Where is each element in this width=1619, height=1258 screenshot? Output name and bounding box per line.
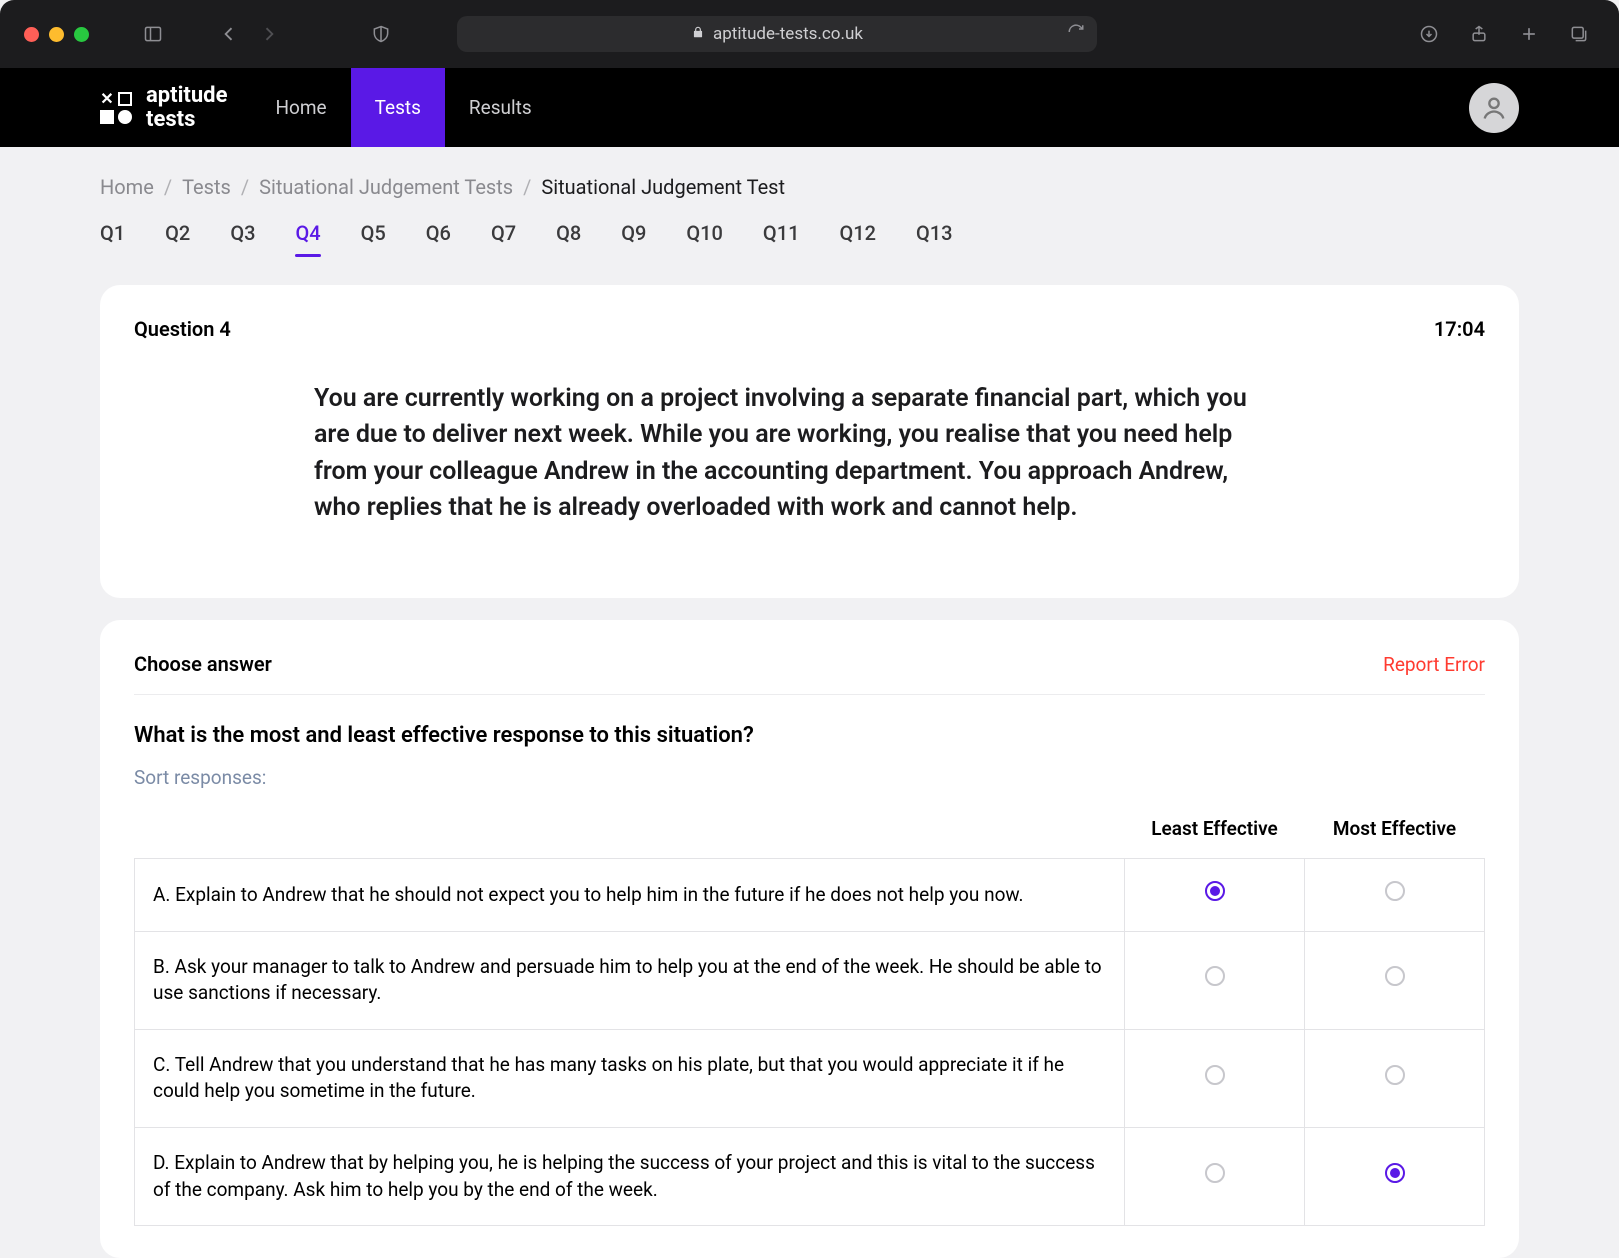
radio-least-a[interactable] — [1205, 881, 1225, 901]
question-tab-q4[interactable]: Q4 — [295, 221, 320, 255]
nav-results[interactable]: Results — [445, 68, 556, 147]
breadcrumb-item[interactable]: Tests — [182, 175, 231, 199]
question-label: Question 4 — [134, 317, 231, 341]
option-row-a: A. Explain to Andrew that he should not … — [135, 859, 1485, 932]
breadcrumb-separator: / — [164, 175, 172, 199]
brand-line1: aptitude — [146, 84, 227, 107]
answer-card: Choose answer Report Error What is the m… — [100, 620, 1519, 1258]
option-text: C. Tell Andrew that you understand that … — [135, 1029, 1125, 1127]
site-header: ✕ aptitude tests HomeTestsResults — [0, 68, 1619, 147]
question-tab-q12[interactable]: Q12 — [839, 221, 876, 255]
question-prompt: You are currently working on a project i… — [314, 381, 1274, 526]
fullscreen-window-button[interactable] — [74, 27, 89, 42]
question-card: Question 4 17:04 You are currently worki… — [100, 285, 1519, 598]
lock-icon — [691, 24, 705, 44]
sort-responses-label: Sort responses: — [134, 766, 1485, 789]
radio-most-a[interactable] — [1385, 881, 1405, 901]
choose-answer-title: Choose answer — [134, 652, 272, 676]
url-text: aptitude-tests.co.uk — [713, 24, 863, 44]
new-tab-icon[interactable] — [1513, 18, 1545, 50]
window-controls — [24, 27, 89, 42]
reload-icon[interactable] — [1067, 23, 1085, 46]
radio-least-d[interactable] — [1205, 1163, 1225, 1183]
breadcrumb-item[interactable]: Situational Judgement Tests — [259, 175, 513, 199]
question-tab-q3[interactable]: Q3 — [230, 221, 255, 255]
privacy-shield-icon[interactable] — [365, 18, 397, 50]
question-tab-q8[interactable]: Q8 — [556, 221, 581, 255]
question-tab-q11[interactable]: Q11 — [763, 221, 800, 255]
nav-home[interactable]: Home — [251, 68, 350, 147]
minimize-window-button[interactable] — [49, 27, 64, 42]
question-tab-q2[interactable]: Q2 — [165, 221, 190, 255]
page-body: Home / Tests / Situational Judgement Tests / S… — [0, 147, 1619, 1258]
question-tab-q7[interactable]: Q7 — [491, 221, 516, 255]
radio-most-c[interactable] — [1385, 1065, 1405, 1085]
back-button-icon[interactable] — [213, 18, 245, 50]
question-tabs: Q1 Q2 Q3 Q4 Q5 Q6 Q7 Q8 Q9 Q10 Q11 Q12 Q13 — [100, 221, 1519, 255]
column-most-effective: Most Effective — [1305, 805, 1485, 859]
forward-button-icon[interactable] — [253, 18, 285, 50]
report-error-link[interactable]: Report Error — [1383, 653, 1485, 676]
url-bar[interactable]: aptitude-tests.co.uk — [457, 16, 1097, 52]
timer: 17:04 — [1434, 317, 1485, 341]
question-tab-q5[interactable]: Q5 — [361, 221, 386, 255]
breadcrumb-item: Situational Judgement Test — [541, 175, 785, 199]
radio-most-d[interactable] — [1385, 1163, 1405, 1183]
nav-tests[interactable]: Tests — [351, 68, 445, 147]
downloads-icon[interactable] — [1413, 18, 1445, 50]
question-tab-q10[interactable]: Q10 — [686, 221, 723, 255]
radio-least-b[interactable] — [1205, 966, 1225, 986]
option-row-b: B. Ask your manager to talk to Andrew an… — [135, 931, 1485, 1029]
option-text: B. Ask your manager to talk to Andrew an… — [135, 931, 1125, 1029]
question-tab-q1[interactable]: Q1 — [100, 221, 125, 255]
options-table: Least Effective Most Effective A. Explai… — [134, 805, 1485, 1226]
share-icon[interactable] — [1463, 18, 1495, 50]
user-avatar[interactable] — [1469, 83, 1519, 133]
logo-mark-icon: ✕ — [100, 92, 132, 124]
question-tab-q9[interactable]: Q9 — [621, 221, 646, 255]
tab-overview-icon[interactable] — [1563, 18, 1595, 50]
brand-line2: tests — [146, 108, 227, 131]
option-row-d: D. Explain to Andrew that by helping you… — [135, 1127, 1485, 1225]
column-least-effective: Least Effective — [1125, 805, 1305, 859]
option-text: D. Explain to Andrew that by helping you… — [135, 1127, 1125, 1225]
question-tab-q13[interactable]: Q13 — [916, 221, 953, 255]
close-window-button[interactable] — [24, 27, 39, 42]
question-tab-q6[interactable]: Q6 — [426, 221, 451, 255]
option-text: A. Explain to Andrew that he should not … — [135, 859, 1125, 932]
option-row-c: C. Tell Andrew that you understand that … — [135, 1029, 1485, 1127]
brand-name: aptitude tests — [146, 84, 227, 130]
subquestion: What is the most and least effective res… — [134, 723, 1485, 748]
breadcrumb-item[interactable]: Home — [100, 175, 154, 199]
breadcrumb-separator: / — [241, 175, 249, 199]
breadcrumb-separator: / — [523, 175, 531, 199]
brand-logo[interactable]: ✕ aptitude tests — [100, 68, 227, 147]
radio-least-c[interactable] — [1205, 1065, 1225, 1085]
radio-most-b[interactable] — [1385, 966, 1405, 986]
sidebar-toggle-icon[interactable] — [137, 18, 169, 50]
browser-chrome: aptitude-tests.co.uk — [0, 0, 1619, 68]
breadcrumb: Home / Tests / Situational Judgement Tests / S… — [100, 175, 1519, 199]
